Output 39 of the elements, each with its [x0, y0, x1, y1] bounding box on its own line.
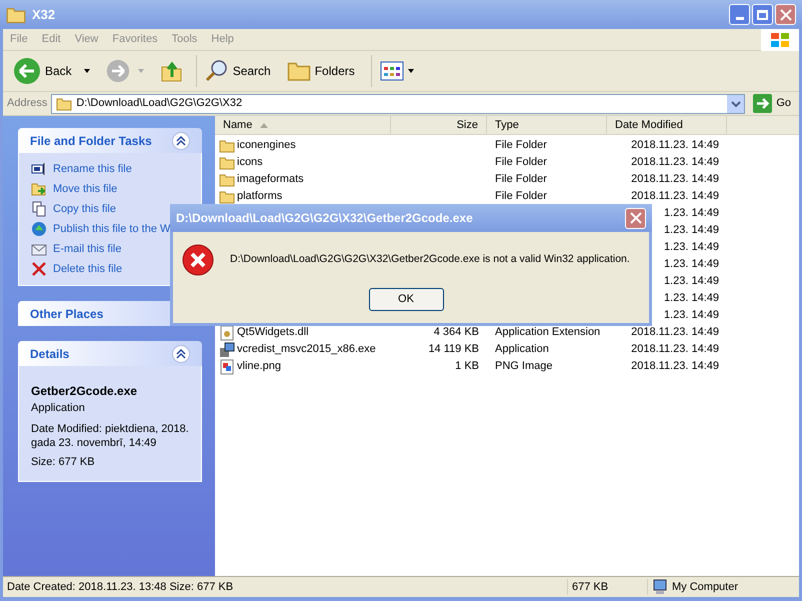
detail-text: Date Modified: piektdiena, 2018. gada 23. novembrī, 14:49: [31, 422, 189, 450]
status-text: Date Created: 2018.11.23. 13:48 Size: 677 KB: [6, 580, 234, 595]
date-cell-text: 2018.11.23. 14:49: [631, 138, 719, 154]
panel-title: Details: [30, 346, 70, 362]
file-name: Getber2Gcode.exe: [31, 383, 138, 400]
size-cell-text: 4 364 KB: [434, 325, 479, 340]
date-cell-text: 2018.11.23. 14:49: [631, 172, 719, 188]
status-size: 677 KB: [567, 578, 647, 596]
date-cell-text: 2018.11.23. 14:49: [631, 155, 719, 170]
date-cell-text: 2018.11.23. 14:49: [631, 189, 719, 204]
window-title: X32: [32, 6, 56, 24]
type-cell: Application: [495, 343, 549, 356]
type-cell: File Folder: [495, 139, 547, 152]
date-cell-text: 2018.11.23. 14:49: [631, 359, 719, 374]
size-cell-text: 14 119 KB: [428, 342, 479, 358]
date-cell-text: 1.23. 14:49: [664, 257, 719, 272]
type-cell: File Folder: [495, 190, 547, 202]
date-cell-text: 1.23. 14:49: [664, 308, 719, 324]
type-cell: PNG Image: [495, 360, 552, 372]
detail-text: Size: 677 KB: [31, 454, 96, 468]
type-cell: File Folder: [495, 156, 547, 168]
date-cell-text: 1.23. 14:49: [664, 291, 719, 306]
panel-title: File and Folder Tasks: [30, 132, 152, 150]
zone-text: My Computer: [672, 580, 738, 595]
date-cell-text: 1.23. 14:49: [664, 274, 719, 290]
date-cell-text: 2018.11.23. 14:49: [631, 342, 719, 358]
file-type: Application: [31, 401, 86, 416]
type-cell: File Folder: [495, 173, 547, 186]
date-cell-text: 1.23. 14:49: [664, 206, 719, 222]
date-cell-text: 1.23. 14:49: [664, 223, 719, 238]
address-text: D:\Download\Load\G2G\G2G\X32: [76, 96, 244, 112]
address-label: Address: [7, 96, 48, 112]
dialog-title: D:\Download\Load\G2G\G2G\X32\Getber2Gcode.exe: [176, 210, 474, 227]
error-message: D:\Download\Load\G2G\G2G\X32\Getber2Gcode.exe is not a valid Win32 application.: [230, 252, 630, 268]
date-cell-text: 1.23. 14:49: [664, 240, 719, 256]
size-cell-text: 1 KB: [455, 359, 479, 374]
type-cell: Application Extension: [495, 326, 600, 338]
panel-title: Other Places: [30, 306, 104, 322]
date-cell-text: 2018.11.23. 14:49: [631, 325, 719, 340]
